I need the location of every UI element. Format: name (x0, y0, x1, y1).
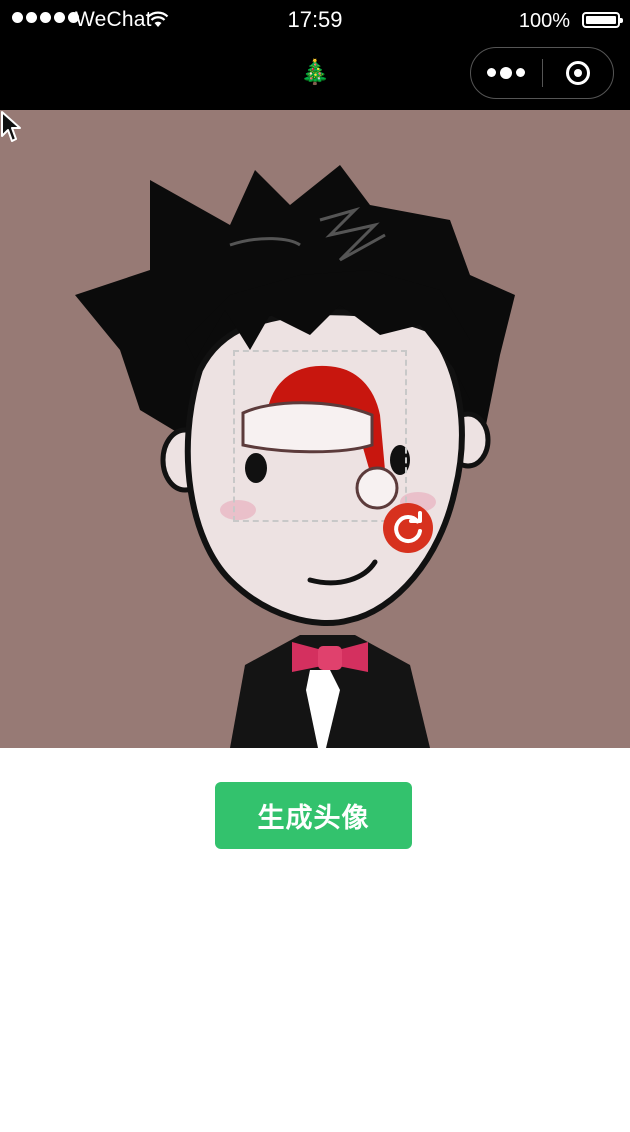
top-bar: WeChat 17:59 100% 🎄 (0, 0, 630, 110)
more-dots-icon[interactable] (471, 66, 542, 79)
battery-percent: 100% (518, 10, 570, 32)
status-bar: WeChat 17:59 100% (0, 0, 630, 42)
generate-avatar-button[interactable]: 生成头像 (215, 782, 412, 849)
avatar-canvas[interactable] (0, 110, 630, 748)
battery-icon (582, 12, 623, 28)
target-close-icon (565, 61, 590, 85)
mini-program-capsule (470, 47, 614, 99)
rotate-handle[interactable] (383, 503, 433, 553)
close-button[interactable] (543, 61, 614, 85)
mouse-pointer-icon (1, 111, 21, 142)
sticker-selection-frame[interactable] (233, 350, 407, 522)
rotate-icon (394, 511, 422, 544)
